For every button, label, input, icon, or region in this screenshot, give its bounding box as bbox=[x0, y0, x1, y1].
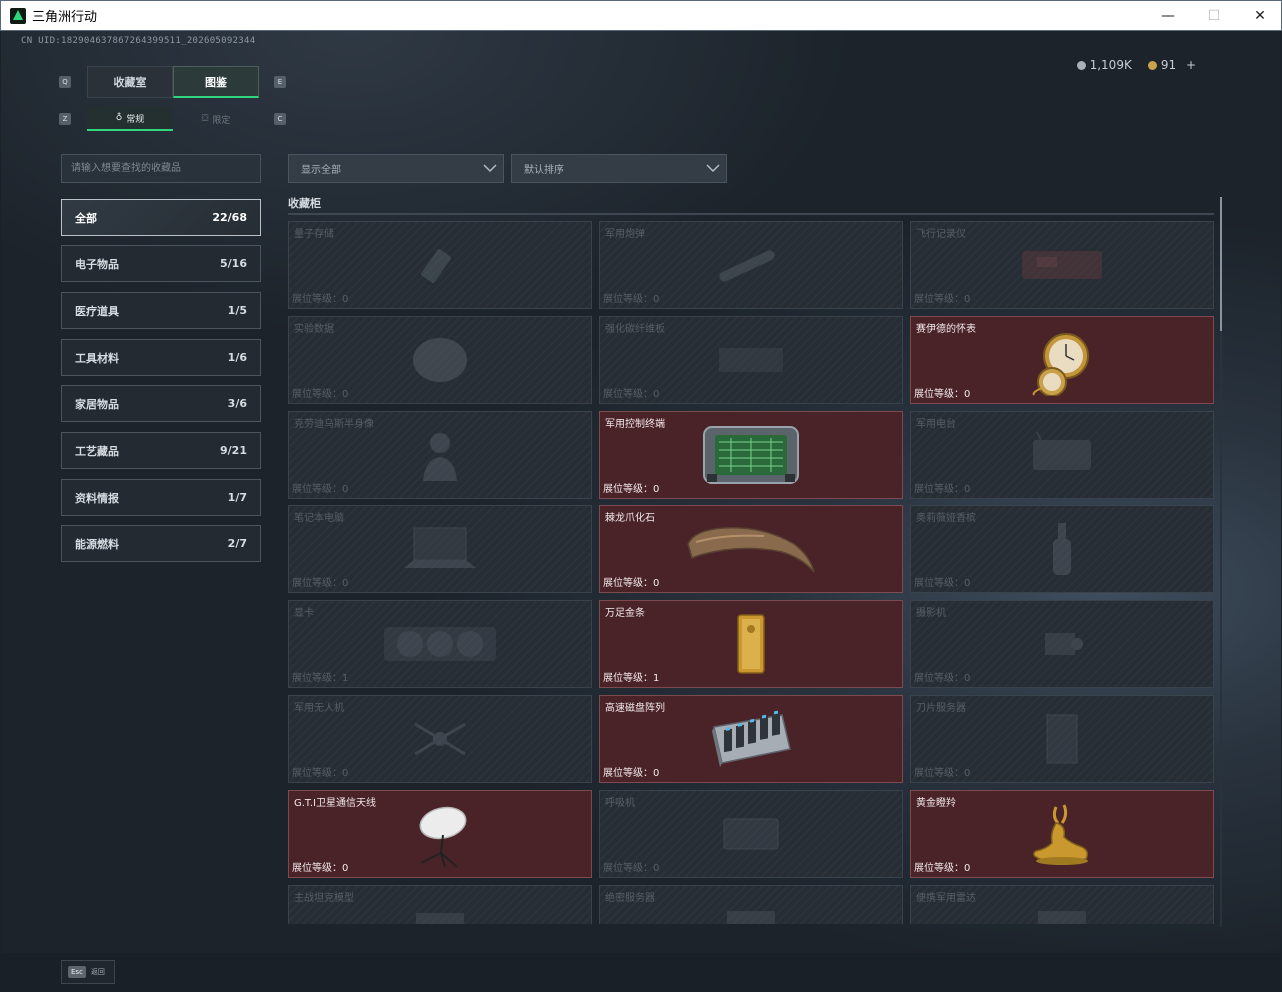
flight-recorder-icon bbox=[1022, 251, 1102, 279]
collection-card[interactable]: 强化碳纤维板 展位等级：0 bbox=[599, 316, 903, 404]
subtab-next-key-hint: C bbox=[274, 113, 286, 125]
tab-collection-room[interactable]: 收藏室 bbox=[87, 66, 173, 98]
esc-key-hint: Esc bbox=[68, 966, 86, 978]
collection-card[interactable]: 呼吸机 展位等级：0 bbox=[599, 790, 903, 878]
gold-bar-icon bbox=[737, 614, 765, 674]
artillery-shell-icon bbox=[719, 250, 775, 282]
collection-card[interactable]: 笔记本电脑 展位等级：0 bbox=[288, 505, 592, 593]
minimize-button[interactable]: — bbox=[1145, 1, 1191, 31]
category-all[interactable]: 全部 22/68 bbox=[61, 199, 261, 236]
claw-fossil-icon bbox=[687, 527, 815, 573]
flask-icon: ♁ bbox=[115, 113, 123, 123]
collection-card[interactable]: 飞行记录仪 展位等级：0 bbox=[910, 221, 1214, 309]
collection-card[interactable]: 军用控制终端 展位等级：0 bbox=[599, 411, 903, 499]
carbon-plate-icon bbox=[719, 348, 783, 372]
collection-card[interactable]: 便携军用雷达 bbox=[910, 885, 1214, 924]
close-button[interactable]: ✕ bbox=[1237, 1, 1282, 31]
subtab-regular[interactable]: ♁ 常规 bbox=[87, 107, 173, 131]
add-currency-button[interactable]: + bbox=[1186, 58, 1196, 72]
collection-card[interactable]: 军用电台 展位等级：0 bbox=[910, 411, 1214, 499]
bottom-bar bbox=[1, 953, 1281, 991]
control-terminal-icon bbox=[703, 426, 799, 484]
secret-server-icon bbox=[727, 911, 775, 924]
golden-gazelle-icon bbox=[1033, 804, 1089, 865]
collection-card[interactable]: 主战坦克模型 bbox=[288, 885, 592, 924]
coins-balance: 1,109K bbox=[1076, 58, 1132, 72]
filter-dropdown[interactable]: 显示全部 bbox=[288, 154, 504, 183]
search-input[interactable] bbox=[61, 154, 261, 183]
tab-codex[interactable]: 图鉴 bbox=[173, 66, 259, 98]
category-tools[interactable]: 工具材料 1/6 bbox=[61, 339, 261, 376]
graphics-card-icon bbox=[384, 627, 496, 661]
maximize-button[interactable]: ☐ bbox=[1191, 1, 1237, 31]
collection-card[interactable]: G.T.I卫星通信天线 展位等级：0 bbox=[288, 790, 592, 878]
bust-icon bbox=[423, 433, 457, 481]
section-title: 收藏柜 bbox=[288, 197, 321, 210]
category-medical[interactable]: 医疗道具 1/5 bbox=[61, 292, 261, 329]
category-household[interactable]: 家居物品 3/6 bbox=[61, 385, 261, 422]
back-button[interactable]: Esc 返回 bbox=[61, 960, 115, 984]
tank-model-icon bbox=[416, 913, 464, 924]
collection-card[interactable]: 量子存储 展位等级：0 bbox=[288, 221, 592, 309]
collection-card[interactable]: 棘龙爪化石 展位等级：0 bbox=[599, 505, 903, 593]
app-logo-icon bbox=[10, 7, 26, 24]
collection-card[interactable]: 赛伊德的怀表 展位等级：0 bbox=[910, 316, 1214, 404]
collection-card[interactable]: 摄影机 展位等级：0 bbox=[910, 600, 1214, 688]
radio-icon bbox=[1033, 432, 1091, 470]
satellite-dish-icon bbox=[419, 806, 467, 868]
category-crafts[interactable]: 工艺藏品 9/21 bbox=[61, 432, 261, 469]
category-electronics[interactable]: 电子物品 5/16 bbox=[61, 245, 261, 282]
pocket-watch-icon bbox=[1032, 333, 1089, 396]
category-intel[interactable]: 资料情报 1/7 bbox=[61, 479, 261, 516]
subtab-prev-key-hint: Z bbox=[59, 113, 71, 125]
collection-card[interactable]: 绝密服务器 bbox=[599, 885, 903, 924]
collection-card[interactable]: 万足金条 展位等级：1 bbox=[599, 600, 903, 688]
section-divider bbox=[288, 213, 1214, 215]
portable-radar-icon bbox=[1038, 911, 1086, 924]
champagne-icon bbox=[1053, 523, 1071, 575]
chevron-down-icon bbox=[706, 164, 720, 173]
uid-text: CN UID:18290463786726439951​1_2026050923… bbox=[21, 36, 256, 46]
subtab-limited[interactable]: ⛋ 限定 bbox=[173, 107, 259, 131]
silver-coin-icon bbox=[1076, 61, 1086, 70]
collection-card[interactable]: 军用炮弹 展位等级：0 bbox=[599, 221, 903, 309]
collection-card[interactable]: 克劳迪乌斯半身像 展位等级：0 bbox=[288, 411, 592, 499]
disk-array-icon bbox=[712, 710, 791, 767]
collection-card[interactable]: 实验数据 展位等级：0 bbox=[288, 316, 592, 404]
collection-card[interactable]: 高速磁盘阵列 展位等级：0 bbox=[599, 695, 903, 783]
collection-grid: 量子存储 展位等级：0 军用炮弹 展位等级：0 飞行记录仪 展位等级：0 实验数… bbox=[288, 221, 1214, 924]
window-titlebar: 三角洲行动 — ☐ ✕ bbox=[0, 0, 1282, 31]
scrollbar-thumb[interactable] bbox=[1220, 197, 1222, 331]
collection-screen: CN UID:18290463786726439951​1_2026050923… bbox=[1, 31, 1281, 991]
collection-card[interactable]: 刀片服务器 展位等级：0 bbox=[910, 695, 1214, 783]
window-title: 三角洲行动 bbox=[32, 10, 98, 25]
tab-next-key-hint: E bbox=[274, 76, 286, 88]
currency-display: 1,109K 91 + bbox=[1076, 58, 1196, 72]
drone-icon bbox=[414, 722, 466, 756]
sort-dropdown[interactable]: 默认排序 bbox=[511, 154, 727, 183]
category-fuel[interactable]: 能源燃料 2/7 bbox=[61, 525, 261, 562]
collection-card[interactable]: 军用无人机 展位等级：0 bbox=[288, 695, 592, 783]
collection-card[interactable]: 黄金瞪羚 展位等级：0 bbox=[910, 790, 1214, 878]
chevron-down-icon bbox=[483, 164, 497, 173]
gold-coin-icon bbox=[1147, 61, 1157, 70]
tab-prev-key-hint: Q bbox=[59, 76, 71, 88]
camera-icon bbox=[1045, 633, 1083, 655]
limited-icon: ⛋ bbox=[201, 114, 209, 124]
gold-balance: 91 + bbox=[1147, 58, 1196, 72]
collection-card[interactable]: 奥莉薇娅香槟 展位等级：0 bbox=[910, 505, 1214, 593]
usb-drive-icon bbox=[421, 249, 451, 283]
blade-server-icon bbox=[1046, 714, 1078, 764]
laptop-icon bbox=[404, 527, 476, 568]
data-disc-icon bbox=[413, 338, 467, 382]
collection-card[interactable]: 显卡 展位等级：1 bbox=[288, 600, 592, 688]
ventilator-icon bbox=[723, 818, 779, 850]
